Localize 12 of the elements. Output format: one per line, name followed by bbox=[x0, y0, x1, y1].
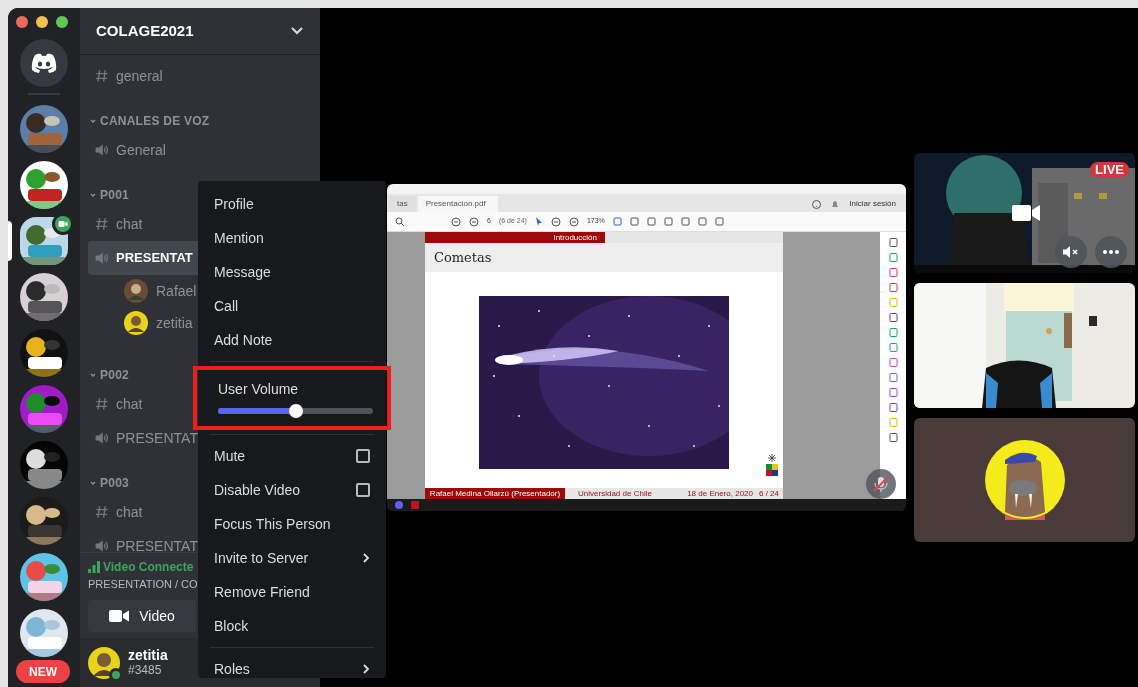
slider-label: User Volume bbox=[217, 380, 300, 398]
new-badge: NEW bbox=[16, 660, 70, 683]
connection-status: Video Connecte bbox=[103, 559, 194, 576]
footer-page: 6 / 24 bbox=[759, 488, 780, 499]
username: zetitia bbox=[128, 647, 168, 663]
section-label: Introducción bbox=[553, 232, 597, 243]
footer-author: Rafael Medina Ollarzú (Presentador) bbox=[429, 488, 561, 499]
live-badge: LIVE bbox=[1090, 162, 1129, 177]
user-tag: #3485 bbox=[128, 662, 168, 678]
footer-institution: Universidad de Chile bbox=[577, 488, 653, 499]
footer-date: 18 de Enero, 2020 bbox=[686, 488, 754, 499]
slide-title: Cometas bbox=[434, 248, 492, 267]
